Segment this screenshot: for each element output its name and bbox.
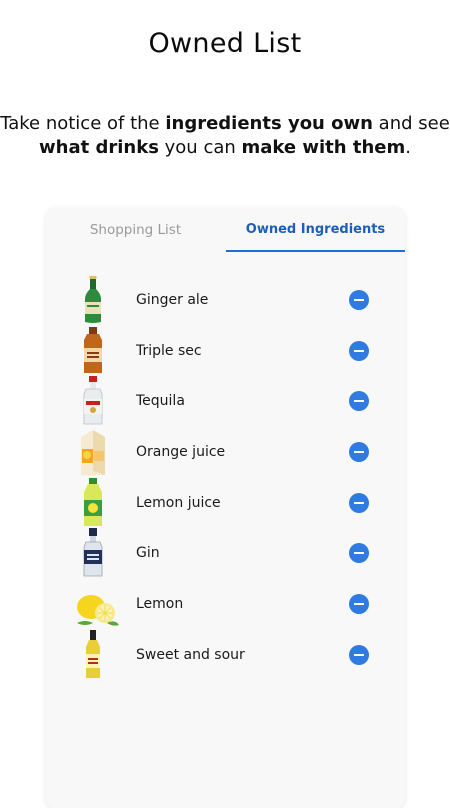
juice-carton-icon bbox=[81, 430, 105, 475]
tequila-bottle-icon bbox=[83, 376, 103, 425]
ingredients-card: Shopping List Owned Ingredients Ginger a… bbox=[46, 208, 405, 808]
tab-bar: Shopping List Owned Ingredients bbox=[46, 208, 405, 252]
tab-shopping-list[interactable]: Shopping List bbox=[46, 208, 225, 252]
gin-bottle-icon bbox=[83, 528, 103, 577]
ingredient-name: Lemon bbox=[136, 596, 184, 612]
remove-ingredient-button[interactable] bbox=[349, 645, 369, 665]
ingredient-row: Triple sec bbox=[46, 326, 405, 376]
liqueur-bottle-icon bbox=[84, 327, 102, 373]
ingredient-row: Gin bbox=[46, 528, 405, 578]
lemon-icon bbox=[77, 595, 119, 626]
subtitle-text: and see bbox=[372, 113, 450, 134]
ingredient-name: Gin bbox=[136, 545, 160, 561]
subtitle-text: Take notice of the bbox=[0, 113, 166, 134]
lemon-juice-bottle-icon bbox=[84, 478, 102, 526]
subtitle-text: . bbox=[405, 137, 411, 158]
green-bottle-icon bbox=[85, 276, 101, 323]
ingredient-row: Orange juice bbox=[46, 427, 405, 477]
subtitle-emphasis: ingredients you own bbox=[165, 113, 373, 134]
ingredient-name: Lemon juice bbox=[136, 495, 221, 511]
remove-ingredient-button[interactable] bbox=[349, 442, 369, 462]
active-tab-indicator bbox=[226, 250, 405, 252]
subtitle-emphasis: what drinks bbox=[39, 137, 159, 158]
page-title: Owned List bbox=[148, 28, 302, 59]
ingredient-name: Ginger ale bbox=[136, 292, 209, 308]
ingredient-row: Tequila bbox=[46, 376, 405, 426]
remove-ingredient-button[interactable] bbox=[349, 493, 369, 513]
tab-owned-ingredients[interactable]: Owned Ingredients bbox=[226, 208, 405, 252]
mixer-bottle-icon bbox=[86, 630, 100, 678]
remove-ingredient-button[interactable] bbox=[349, 290, 369, 310]
ingredient-name: Sweet and sour bbox=[136, 647, 245, 663]
ingredient-row: Sweet and sour bbox=[46, 630, 405, 680]
ingredient-name: Tequila bbox=[136, 393, 185, 409]
subtitle-emphasis: make with them bbox=[241, 137, 406, 158]
remove-ingredient-button[interactable] bbox=[349, 391, 369, 411]
ingredient-row: Ginger ale bbox=[46, 275, 405, 325]
ingredient-name: Triple sec bbox=[136, 343, 202, 359]
remove-ingredient-button[interactable] bbox=[349, 594, 369, 614]
ingredient-name: Orange juice bbox=[136, 444, 226, 460]
ingredient-row: Lemon juice bbox=[46, 478, 405, 528]
remove-ingredient-button[interactable] bbox=[349, 341, 369, 361]
page-subtitle: Take notice of the ingredients you own a… bbox=[0, 112, 450, 160]
subtitle-text: you can bbox=[158, 137, 242, 158]
remove-ingredient-button[interactable] bbox=[349, 543, 369, 563]
ingredient-row: Lemon bbox=[46, 579, 405, 629]
